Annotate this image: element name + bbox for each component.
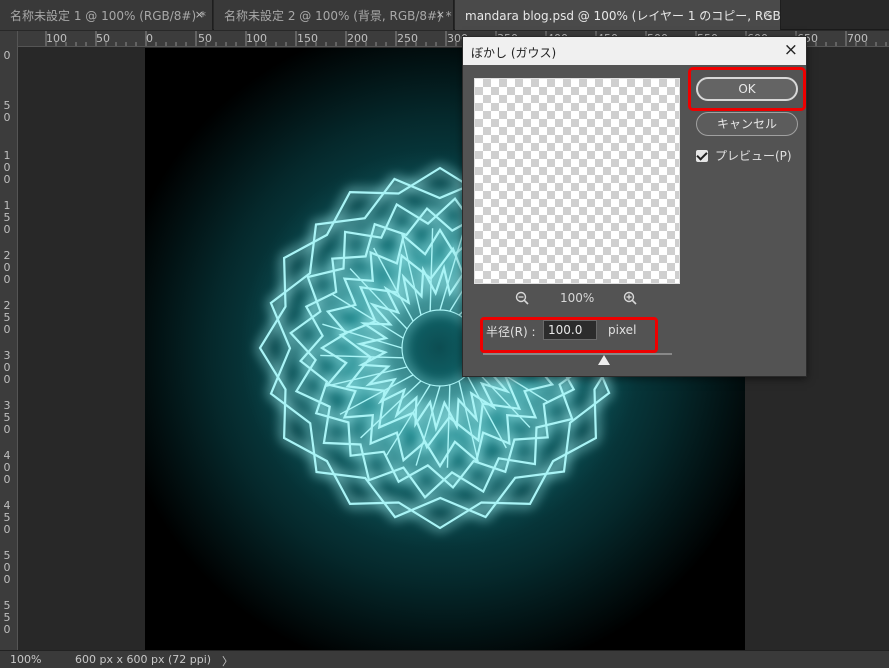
- ruler-label: 250: [397, 32, 418, 45]
- ruler-label: 700: [847, 32, 868, 45]
- preview-label: プレビュー(P): [715, 149, 792, 163]
- dialog-title: ぼかし (ガウス): [471, 46, 557, 60]
- ruler-label: 200: [347, 32, 368, 45]
- tab-label: mandara blog.psd @ 100% (レイヤー 1 のコピー, RG…: [465, 8, 781, 23]
- status-bar: 100% 600 px x 600 px (72 ppi) 〉: [0, 650, 889, 668]
- status-menu-arrow[interactable]: 〉: [222, 653, 233, 668]
- radius-input[interactable]: [543, 320, 597, 340]
- ruler-label: 0: [3, 49, 11, 62]
- radius-label: 半径(R) :: [486, 325, 536, 339]
- ruler-label: 1 5 0: [3, 199, 11, 236]
- preview-zoom-level: 100%: [560, 291, 595, 305]
- ruler-label: 1 0 0: [3, 149, 11, 186]
- blur-preview[interactable]: [474, 78, 680, 284]
- ruler-label: 3 0 0: [3, 349, 11, 386]
- zoom-out-icon[interactable]: [515, 291, 529, 309]
- preview-checkbox[interactable]: [696, 149, 708, 162]
- ruler-label: 5 5 0: [3, 599, 11, 636]
- radius-unit: pixel: [608, 323, 637, 337]
- tab-close-icon[interactable]: ×: [763, 8, 772, 21]
- ruler-label: 50: [96, 32, 110, 45]
- ruler-label: 2 0 0: [3, 249, 11, 286]
- tab-untitled-2[interactable]: 名称未設定 2 @ 100% (背景, RGB/8#) * ×: [214, 0, 454, 30]
- preview-zoom-controls: 100%: [474, 291, 680, 309]
- tab-label: 名称未設定 1 @ 100% (RGB/8#) *: [10, 8, 206, 23]
- zoom-in-icon[interactable]: [623, 291, 637, 309]
- tab-untitled-1[interactable]: 名称未設定 1 @ 100% (RGB/8#) * ×: [0, 0, 213, 30]
- radius-slider-thumb[interactable]: [598, 355, 610, 365]
- ruler-label: 3 5 0: [3, 399, 11, 436]
- document-size: 600 px x 600 px (72 ppi): [75, 653, 212, 666]
- ruler-label: 100: [46, 32, 67, 45]
- cancel-button[interactable]: キャンセル: [696, 112, 798, 136]
- ruler-label: 100: [246, 32, 267, 45]
- vertical-ruler[interactable]: 0 5 0 1 0 0 1 5 0 2 0 0 2 5 0 3 0 0 3 5 …: [0, 31, 18, 650]
- ok-button[interactable]: OK: [696, 77, 798, 101]
- tab-close-icon[interactable]: ×: [195, 8, 204, 21]
- ruler-label: 5 0: [3, 99, 11, 124]
- ruler-label: 2 5 0: [3, 299, 11, 336]
- tab-close-icon[interactable]: ×: [436, 8, 445, 21]
- dialog-title-bar[interactable]: ぼかし (ガウス) ×: [463, 37, 806, 65]
- ruler-label: 0: [146, 32, 153, 45]
- ruler-label: 5 0 0: [3, 549, 11, 586]
- tab-label: 名称未設定 2 @ 100% (背景, RGB/8#) *: [224, 8, 452, 23]
- tab-mandara-blog[interactable]: mandara blog.psd @ 100% (レイヤー 1 のコピー, RG…: [455, 0, 781, 30]
- ruler-label: 150: [297, 32, 318, 45]
- ruler-label: 4 0 0: [3, 449, 11, 486]
- preview-checkbox-row[interactable]: プレビュー(P): [696, 147, 792, 164]
- radius-slider-track[interactable]: [483, 353, 672, 355]
- ruler-label: 4 5 0: [3, 499, 11, 536]
- gaussian-blur-dialog: ぼかし (ガウス) × 100% 半径(R) : pixel OK キャンセル …: [462, 36, 807, 377]
- document-tab-bar: 名称未設定 1 @ 100% (RGB/8#) * × 名称未設定 2 @ 10…: [0, 0, 889, 30]
- ruler-label: 50: [198, 32, 212, 45]
- close-icon[interactable]: ×: [784, 40, 798, 60]
- zoom-level[interactable]: 100%: [10, 653, 41, 666]
